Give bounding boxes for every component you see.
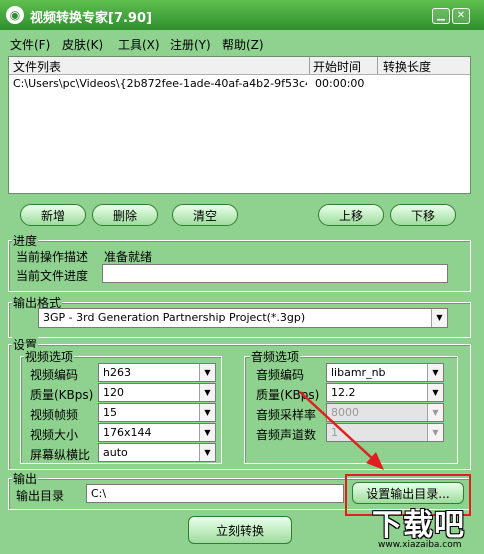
watermark-url: www.xiazaiba.com <box>378 540 462 550</box>
annotation-arrow <box>299 391 375 461</box>
annotation-overlay <box>299 391 384 470</box>
site-watermark: 下载吧 www.xiazaiba.com <box>372 500 482 552</box>
watermark-logo: 下载吧 <box>372 508 465 543</box>
app-window: ◉ 视频转换专家[7.90] ▁ ✕ 文件(F) 皮肤(K) 工具(X) 注册(… <box>0 0 484 554</box>
